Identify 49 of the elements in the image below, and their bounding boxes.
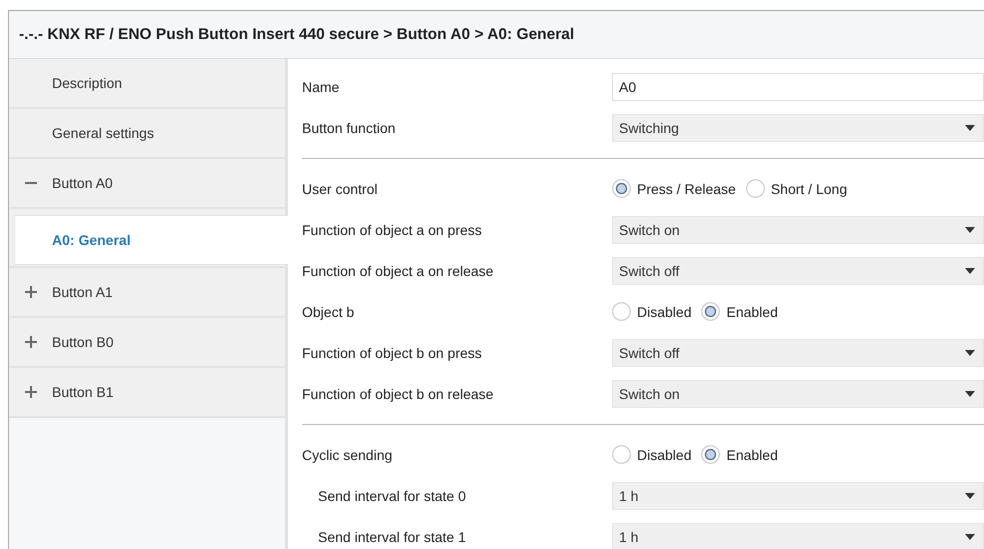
caret-icon bbox=[965, 534, 975, 540]
caret-icon bbox=[965, 492, 975, 498]
parameter-label: Send interval for state 1 bbox=[317, 528, 467, 544]
radio-button[interactable] bbox=[701, 445, 720, 464]
dropdown[interactable]: Switch on bbox=[612, 216, 984, 244]
parameter-label: Function of object b on press bbox=[302, 344, 483, 360]
sidebar-item[interactable]: A0: General bbox=[14, 215, 288, 265]
parameter-label: Function of object a on press bbox=[302, 222, 483, 238]
parameter-label: Function of object b on release bbox=[302, 386, 494, 402]
dropdown[interactable]: Switch on bbox=[612, 380, 984, 408]
radio-button[interactable] bbox=[612, 302, 631, 321]
caret-icon bbox=[965, 226, 975, 232]
radio-option[interactable]: Press / Release bbox=[612, 179, 736, 198]
sidebar-item[interactable]: Button B1 bbox=[9, 368, 285, 418]
expand-icon[interactable] bbox=[25, 336, 37, 348]
parameter-label: User control bbox=[302, 180, 378, 196]
sidebar-item[interactable]: Button A1 bbox=[9, 268, 285, 318]
parameter-label: Name bbox=[302, 78, 340, 94]
radio-button[interactable] bbox=[612, 445, 631, 464]
caret-icon bbox=[965, 390, 975, 396]
expand-icon[interactable] bbox=[25, 286, 37, 298]
parameter-label: Function of object a on release bbox=[302, 262, 494, 278]
radio-button[interactable] bbox=[701, 302, 720, 321]
caret-icon bbox=[965, 350, 975, 356]
caret-icon bbox=[965, 124, 975, 130]
radio-option[interactable]: Enabled bbox=[701, 445, 778, 464]
radio-button[interactable] bbox=[746, 179, 765, 198]
sidebar-item[interactable]: General settings bbox=[9, 109, 285, 159]
sidebar-item[interactable]: Button B0 bbox=[9, 318, 285, 368]
window-title: -.-.- KNX RF / ENO Push Button Insert 440 secure > Button A0 > A0: General bbox=[9, 11, 984, 59]
dropdown[interactable]: 1 h bbox=[612, 482, 984, 510]
dropdown[interactable]: Switch off bbox=[612, 256, 984, 284]
radio-button[interactable] bbox=[612, 179, 631, 198]
expand-icon[interactable] bbox=[25, 386, 37, 398]
parameter-label: Cyclic sending bbox=[302, 446, 394, 462]
dropdown[interactable]: Switching bbox=[612, 114, 984, 142]
caret-icon bbox=[965, 268, 975, 274]
radio-option[interactable]: Short / Long bbox=[746, 179, 848, 198]
dropdown[interactable]: 1 h bbox=[612, 522, 984, 549]
radio-option[interactable]: Enabled bbox=[701, 302, 778, 321]
radio-option[interactable]: Disabled bbox=[612, 445, 692, 464]
parameter-label: Send interval for state 0 bbox=[317, 488, 467, 504]
parameter-label: Button function bbox=[302, 120, 396, 136]
sidebar-item[interactable]: Button A0 bbox=[9, 159, 285, 209]
radio-option[interactable]: Disabled bbox=[612, 302, 692, 321]
parameter-label: Object b bbox=[302, 304, 356, 320]
sidebar-item[interactable]: Description bbox=[9, 59, 285, 109]
dropdown[interactable]: Switch off bbox=[612, 338, 984, 366]
name-field[interactable]: A0 bbox=[612, 72, 984, 100]
